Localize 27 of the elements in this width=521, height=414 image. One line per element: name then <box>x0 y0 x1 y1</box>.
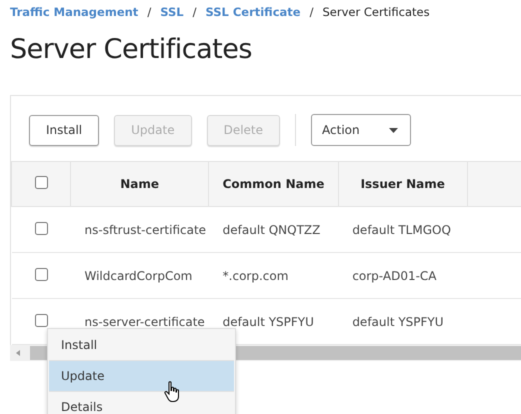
table-cell: ns-sftrust-certificate <box>70 206 209 252</box>
scroll-left-icon[interactable] <box>16 350 20 356</box>
table-cell: default QNQTZZ <box>208 206 338 252</box>
column-header[interactable]: Issuer Name <box>338 162 468 206</box>
column-header[interactable]: Common Name <box>208 162 338 206</box>
breadcrumb-link[interactable]: SSL Certificate <box>205 5 301 19</box>
table-cell: WildcardCorpCom <box>70 252 209 298</box>
breadcrumb-current: Server Certificates <box>322 5 430 19</box>
table-cell: corp-AD01-CA <box>338 252 468 298</box>
row-checkbox[interactable] <box>34 268 48 280</box>
action-dropdown[interactable]: Action <box>311 114 412 146</box>
breadcrumb-link[interactable]: SSL <box>160 5 184 19</box>
row-checkbox[interactable] <box>34 222 48 234</box>
table-cell: *.corp.com <box>208 252 338 298</box>
select-all-checkbox[interactable] <box>34 176 48 189</box>
breadcrumb-separator: / <box>310 5 314 19</box>
toolbar-button[interactable]: Install <box>29 114 100 146</box>
breadcrumb-separator: / <box>192 5 196 19</box>
breadcrumb-link[interactable]: Traffic Management <box>10 5 138 19</box>
column-header[interactable]: Name <box>70 162 209 206</box>
row-checkbox[interactable] <box>34 314 48 326</box>
hand-cursor-icon <box>164 381 182 403</box>
page-title: Server Certificates <box>10 34 253 67</box>
breadcrumb-separator: / <box>147 5 152 19</box>
table-cell: default TLMGOQ <box>338 206 468 252</box>
menu-item[interactable]: Update <box>49 361 234 392</box>
caret-icon <box>389 128 398 132</box>
